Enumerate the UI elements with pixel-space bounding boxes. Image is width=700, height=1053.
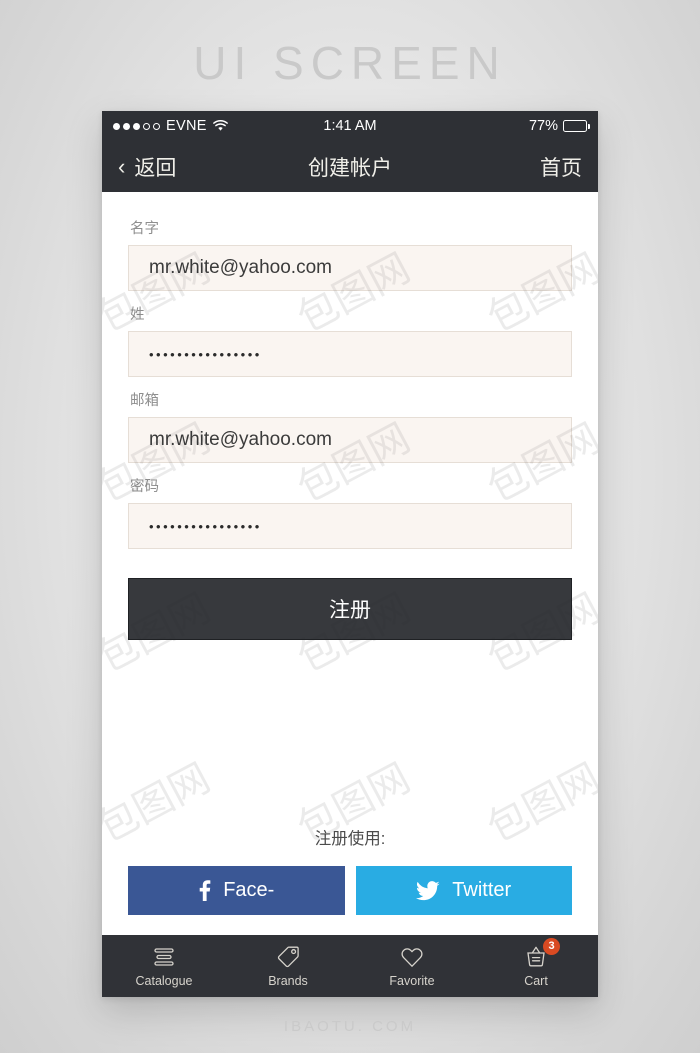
first-name-input[interactable]: mr.white@yahoo.com	[128, 245, 572, 291]
home-button[interactable]: 首页	[540, 152, 582, 182]
tab-label-catalogue: Catalogue	[135, 973, 193, 988]
social-signup-section: 注册使用: Face- Twitter	[128, 825, 572, 935]
status-bar-left: EVNE	[113, 118, 228, 134]
social-buttons-row: Face- Twitter	[128, 866, 572, 915]
register-button[interactable]: 注册	[128, 578, 572, 640]
field-last-name: 姓 ••••••••••••••••	[128, 296, 572, 377]
field-label-first-name: 名字	[130, 221, 159, 237]
price-tag-icon	[276, 945, 300, 969]
password-input[interactable]: ••••••••••••••••	[128, 503, 572, 549]
field-email: 邮箱 mr.white@yahoo.com	[128, 382, 572, 463]
field-label-password: 密码	[130, 479, 159, 495]
facebook-signup-label: Face-	[223, 879, 275, 901]
bottom-tab-bar: Catalogue Brands Favorite 3 Cart	[102, 935, 598, 997]
email-input[interactable]: mr.white@yahoo.com	[128, 417, 572, 463]
page-title: 创建帐户	[308, 156, 392, 180]
wifi-icon	[212, 120, 228, 132]
tab-favorite[interactable]: Favorite	[350, 935, 474, 997]
tab-brands[interactable]: Brands	[226, 935, 350, 997]
back-button[interactable]: ‹ 返回	[118, 152, 176, 182]
twitter-signup-button[interactable]: Twitter	[355, 866, 572, 915]
field-first-name: 名字 mr.white@yahoo.com	[128, 210, 572, 291]
create-account-form: 名字 mr.white@yahoo.com 姓 ••••••••••••••••…	[102, 192, 598, 935]
phone-mockup: EVNE 1:41 AM 77% ‹ 返回 创建帐户 首页 名字 mr.whit…	[102, 111, 598, 997]
field-password: 密码 ••••••••••••••••	[128, 468, 572, 549]
cart-badge: 3	[543, 937, 560, 955]
tab-label-brands: Brands	[268, 973, 308, 988]
poster-title: UI SCREEN	[193, 37, 507, 89]
chevron-left-icon: ‹	[118, 153, 126, 179]
poster-footer: IBAOTU. COM	[283, 1018, 417, 1035]
tab-catalogue[interactable]: Catalogue	[102, 935, 226, 997]
nav-bar: ‹ 返回 创建帐户 首页	[102, 141, 598, 192]
tab-cart[interactable]: 3 Cart	[474, 935, 598, 997]
status-bar: EVNE 1:41 AM 77%	[102, 111, 598, 141]
twitter-icon	[416, 880, 440, 901]
social-signup-label: 注册使用:	[314, 830, 386, 848]
battery-icon	[563, 120, 590, 132]
carrier-label: EVNE	[166, 118, 207, 134]
back-button-label: 返回	[134, 156, 177, 180]
list-lines-icon	[151, 945, 177, 969]
field-label-email: 邮箱	[130, 393, 159, 409]
twitter-signup-label: Twitter	[452, 879, 512, 901]
facebook-signup-button[interactable]: Face-	[128, 866, 345, 915]
heart-icon	[400, 945, 424, 969]
tab-label-cart: Cart	[524, 973, 548, 988]
last-name-input[interactable]: ••••••••••••••••	[128, 331, 572, 377]
field-label-last-name: 姓	[130, 307, 145, 323]
facebook-icon	[198, 880, 211, 901]
signal-strength-icon	[113, 122, 160, 130]
tab-label-favorite: Favorite	[389, 973, 435, 988]
shopping-basket-icon: 3	[523, 937, 560, 969]
battery-percent-label: 77%	[528, 118, 558, 134]
status-bar-right: 77%	[528, 118, 590, 134]
